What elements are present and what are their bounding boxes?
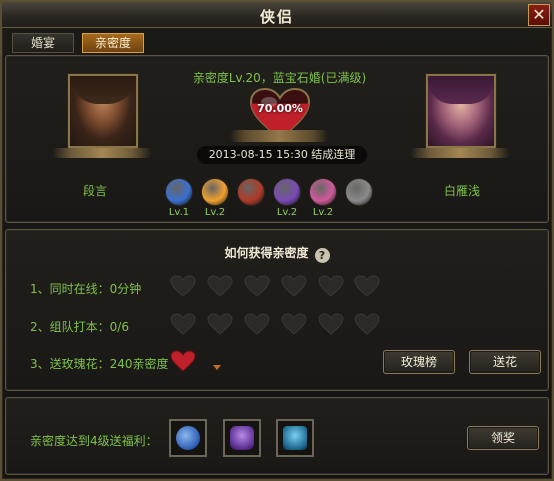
title-bar: 侠侣 ✕ bbox=[2, 2, 552, 28]
right-partner-name: 白雁浅 bbox=[443, 184, 480, 198]
empty-heart-icon bbox=[207, 275, 233, 297]
horned-helmet-icon[interactable] bbox=[273, 178, 301, 206]
pouch-icon[interactable] bbox=[237, 178, 265, 206]
empty-heart-icon bbox=[281, 313, 307, 335]
avatar-left[interactable] bbox=[68, 74, 138, 148]
rose-rank-button[interactable]: 玫瑰榜 bbox=[383, 350, 455, 374]
empty-heart-icon bbox=[318, 313, 344, 335]
reward-item-clock[interactable] bbox=[169, 419, 207, 457]
method-online: 1、同时在线：0分钟 bbox=[30, 282, 142, 296]
skill-level-label: Lv.2 bbox=[204, 207, 226, 218]
empty-heart-icon bbox=[354, 313, 380, 335]
clock-icon[interactable] bbox=[165, 178, 193, 206]
double-heart-icon[interactable] bbox=[201, 178, 229, 206]
avatar-right[interactable] bbox=[426, 74, 496, 148]
empty-heart-icon bbox=[318, 275, 344, 297]
reward-label: 亲密度达到4级送福利： bbox=[30, 434, 158, 448]
filled-heart-icon bbox=[170, 350, 196, 372]
send-flower-button[interactable]: 送花 bbox=[469, 350, 541, 374]
down-arrow-icon bbox=[213, 365, 221, 370]
scroll-ornament bbox=[410, 148, 510, 158]
skill-level-label: Lv.2 bbox=[276, 207, 298, 218]
scroll-ornament bbox=[52, 148, 152, 158]
hair-shape bbox=[428, 76, 494, 104]
skill-level-label: Lv.2 bbox=[312, 207, 334, 218]
couple-window: 侠侣 ✕ 婚宴 亲密度 段言 白雁浅 亲密度Lv.20，蓝宝石婚(已满级) 70… bbox=[0, 0, 554, 481]
clock-icon bbox=[176, 426, 200, 450]
empty-heart-icon bbox=[354, 275, 380, 297]
close-icon[interactable]: ✕ bbox=[528, 4, 550, 26]
skill-level-label: Lv.1 bbox=[168, 207, 190, 218]
empty-heart-icon bbox=[170, 313, 196, 335]
method-send-rose: 3、送玫瑰花：240亲密度 bbox=[30, 357, 169, 371]
heart-percent: 70.00% bbox=[257, 102, 303, 115]
reward-item-chest[interactable] bbox=[276, 419, 314, 457]
tab-wedding[interactable]: 婚宴 bbox=[12, 33, 74, 53]
window-title: 侠侣 bbox=[259, 8, 294, 26]
chat-bubble-icon[interactable] bbox=[345, 178, 373, 206]
methods-title-text: 如何获得亲密度 bbox=[224, 246, 309, 260]
horned-helmet-icon bbox=[230, 426, 254, 450]
intimacy-level-text: 亲密度Lv.20，蓝宝石婚(已满级) bbox=[192, 71, 367, 85]
methods-title: 如何获得亲密度? bbox=[2, 244, 552, 263]
claim-reward-button[interactable]: 领奖 bbox=[467, 426, 539, 450]
kiss-heart-icon[interactable] bbox=[309, 178, 337, 206]
empty-heart-icon bbox=[244, 275, 270, 297]
empty-heart-icon bbox=[170, 275, 196, 297]
left-partner-name: 段言 bbox=[82, 184, 107, 198]
help-icon[interactable]: ? bbox=[314, 248, 330, 263]
hair-shape bbox=[70, 76, 136, 104]
empty-heart-icon bbox=[244, 313, 270, 335]
empty-heart-icon bbox=[281, 275, 307, 297]
reward-item-helmet[interactable] bbox=[223, 419, 261, 457]
tab-intimacy[interactable]: 亲密度 bbox=[82, 33, 144, 53]
treasure-chest-icon bbox=[283, 426, 307, 450]
empty-heart-icon bbox=[207, 313, 233, 335]
heart-ornament bbox=[230, 130, 328, 142]
method-team-dungeon: 2、组队打本：0/6 bbox=[30, 320, 129, 334]
wedding-date: 2013-08-15 15:30 结成连理 bbox=[197, 146, 367, 164]
